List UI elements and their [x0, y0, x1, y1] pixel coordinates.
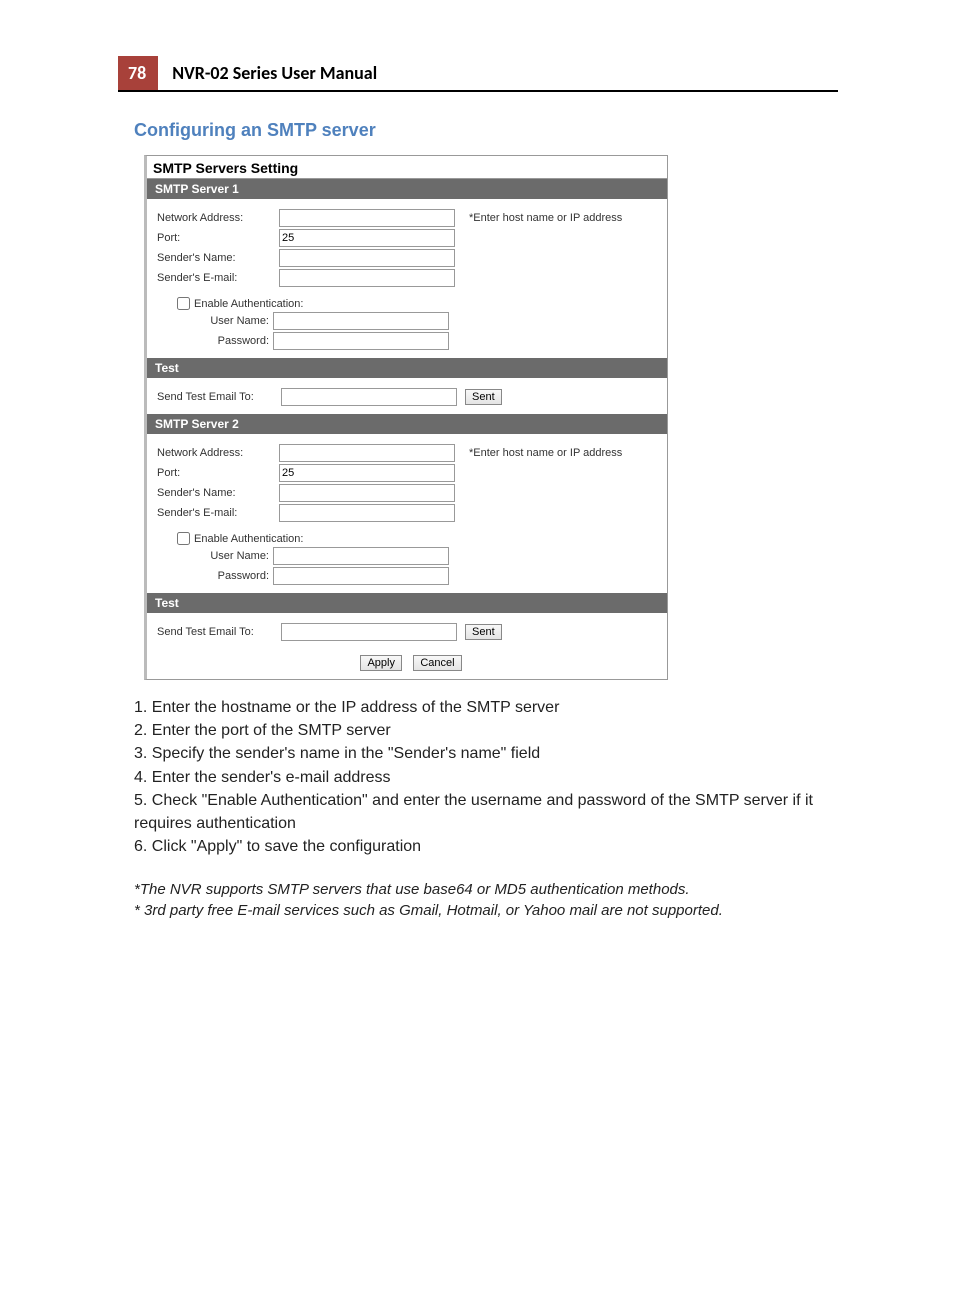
smtp-settings-panel: SMTP Servers Setting SMTP Server 1 Netwo…: [144, 155, 668, 680]
test-form-2: Send Test Email To: Sent: [147, 613, 667, 649]
sent-button-1[interactable]: Sent: [465, 389, 502, 405]
network-address-input-2[interactable]: [279, 444, 455, 462]
test-email-input-2[interactable]: [281, 623, 457, 641]
username-input-2[interactable]: [273, 547, 449, 565]
port-input-2[interactable]: [279, 464, 455, 482]
step-3: 3. Specify the sender's name in the "Sen…: [134, 742, 838, 765]
smtp-server-1-bar: SMTP Server 1: [147, 179, 667, 199]
step-2: 2. Enter the port of the SMTP server: [134, 719, 838, 742]
page-header: 78 NVR-02 Series User Manual: [118, 56, 838, 92]
username-label: User Name:: [157, 315, 273, 327]
step-6: 6. Click "Apply" to save the configurati…: [134, 835, 838, 858]
test-bar-1: Test: [147, 358, 667, 378]
password-input[interactable]: [273, 332, 449, 350]
enable-auth-checkbox[interactable]: [177, 297, 190, 310]
page-number: 78: [118, 56, 158, 90]
instruction-steps: 1. Enter the hostname or the IP address …: [134, 696, 838, 858]
port-label: Port:: [157, 232, 279, 244]
manual-title: NVR-02 Series User Manual: [158, 56, 377, 90]
test-email-input[interactable]: [281, 388, 457, 406]
cancel-button[interactable]: Cancel: [413, 655, 461, 671]
footnote-1: *The NVR supports SMTP servers that use …: [134, 880, 838, 900]
test-email-label-2: Send Test Email To:: [157, 626, 281, 638]
senders-name-label: Sender's Name:: [157, 252, 279, 264]
smtp-server-1-form: Network Address: *Enter host name or IP …: [147, 199, 667, 358]
senders-email-label-2: Sender's E-mail:: [157, 507, 279, 519]
username-label-2: User Name:: [157, 550, 273, 562]
enable-auth-checkbox-2[interactable]: [177, 532, 190, 545]
network-address-hint: *Enter host name or IP address: [469, 212, 622, 224]
test-bar-2: Test: [147, 593, 667, 613]
apply-button[interactable]: Apply: [360, 655, 402, 671]
senders-email-input[interactable]: [279, 269, 455, 287]
smtp-server-2-form: Network Address: *Enter host name or IP …: [147, 434, 667, 593]
network-address-label-2: Network Address:: [157, 447, 279, 459]
network-address-input[interactable]: [279, 209, 455, 227]
sent-button-2[interactable]: Sent: [465, 624, 502, 640]
network-address-hint-2: *Enter host name or IP address: [469, 447, 622, 459]
enable-auth-label-2: Enable Authentication:: [194, 533, 303, 545]
port-label-2: Port:: [157, 467, 279, 479]
test-email-label: Send Test Email To:: [157, 391, 281, 403]
step-5: 5. Check "Enable Authentication" and ent…: [134, 789, 838, 835]
section-heading: Configuring an SMTP server: [134, 120, 954, 141]
senders-name-input[interactable]: [279, 249, 455, 267]
senders-name-label-2: Sender's Name:: [157, 487, 279, 499]
step-4: 4. Enter the sender's e-mail address: [134, 766, 838, 789]
enable-auth-label: Enable Authentication:: [194, 298, 303, 310]
senders-email-label: Sender's E-mail:: [157, 272, 279, 284]
senders-email-input-2[interactable]: [279, 504, 455, 522]
document-page: 78 NVR-02 Series User Manual Configuring…: [0, 56, 954, 1291]
smtp-server-2-bar: SMTP Server 2: [147, 414, 667, 434]
port-input[interactable]: [279, 229, 455, 247]
username-input[interactable]: [273, 312, 449, 330]
step-1: 1. Enter the hostname or the IP address …: [134, 696, 838, 719]
test-form-1: Send Test Email To: Sent: [147, 378, 667, 414]
panel-title: SMTP Servers Setting: [147, 156, 667, 179]
password-label: Password:: [157, 335, 273, 347]
panel-button-row: Apply Cancel: [147, 649, 667, 679]
network-address-label: Network Address:: [157, 212, 279, 224]
footnotes: *The NVR supports SMTP servers that use …: [134, 880, 838, 921]
password-label-2: Password:: [157, 570, 273, 582]
password-input-2[interactable]: [273, 567, 449, 585]
footnote-2: * 3rd party free E-mail services such as…: [134, 901, 838, 921]
senders-name-input-2[interactable]: [279, 484, 455, 502]
